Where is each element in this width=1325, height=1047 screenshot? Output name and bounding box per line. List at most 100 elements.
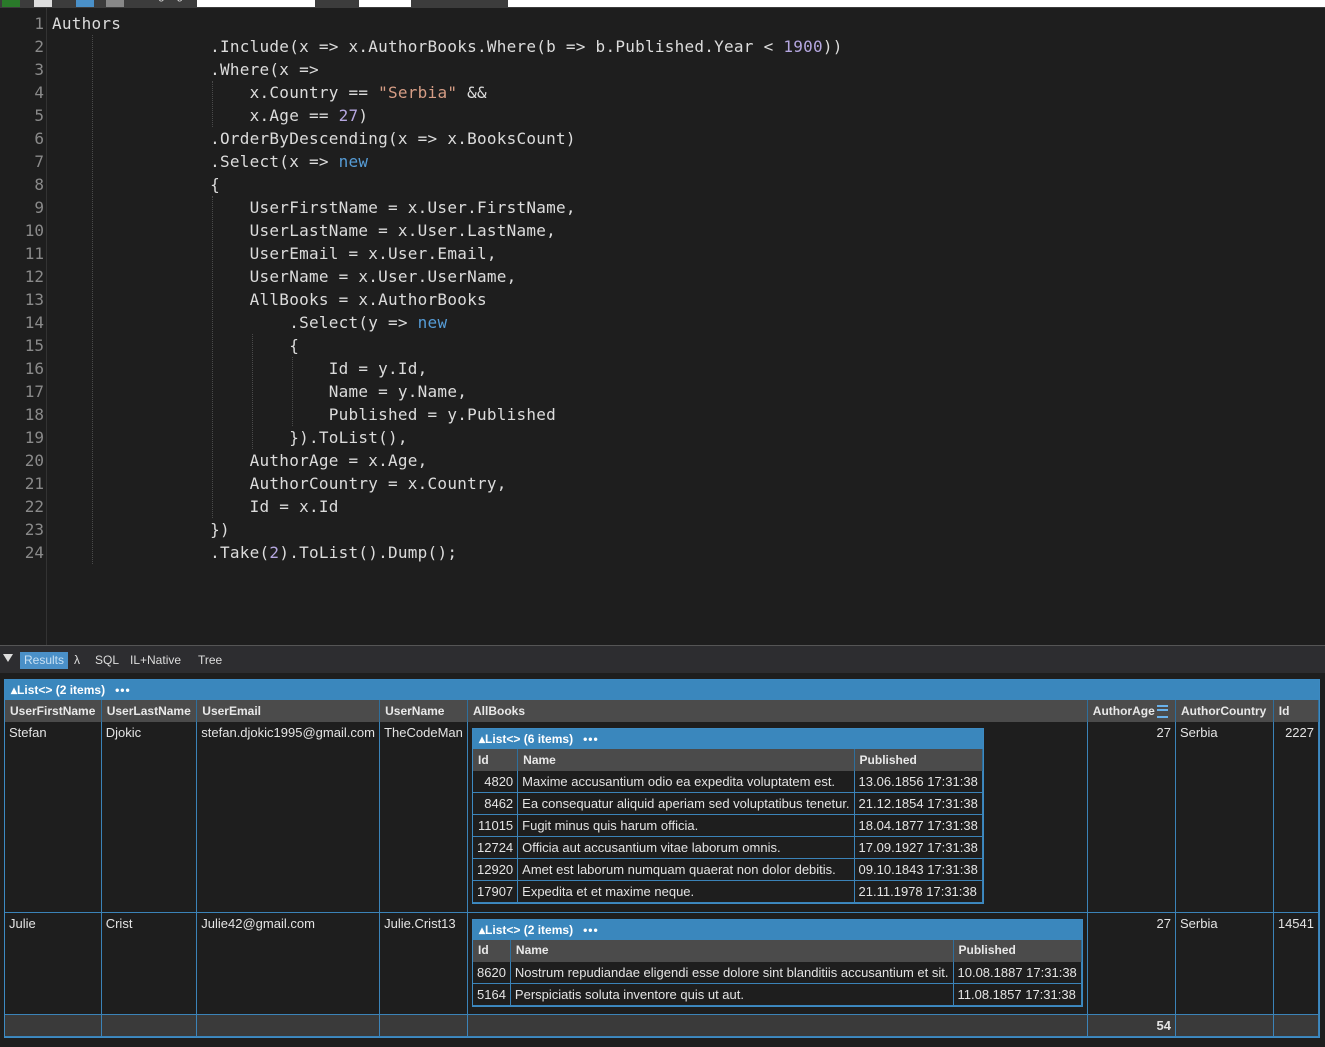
- code-line[interactable]: Name = y.Name,: [52, 380, 467, 403]
- col-book-published[interactable]: Published: [953, 939, 1082, 962]
- col-useremail[interactable]: UserEmail: [196, 700, 381, 722]
- code-line[interactable]: AuthorAge = x.Age,: [52, 449, 428, 472]
- totals-row: 54: [5, 1014, 1320, 1037]
- code-line[interactable]: .Include(x => x.AuthorBooks.Where(b => b…: [52, 35, 843, 58]
- results-text-icon[interactable]: [106, 0, 124, 7]
- tab-il-native[interactable]: IL+Native: [126, 652, 185, 669]
- book-id: 17907: [473, 880, 519, 903]
- run-icon[interactable]: [2, 0, 20, 7]
- book-published: 13.06.1856 17:31:38: [854, 771, 983, 793]
- cell-country: Serbia: [1175, 722, 1274, 913]
- code-line[interactable]: {: [52, 173, 220, 196]
- code-line[interactable]: Authors: [52, 12, 121, 35]
- col-authorage-label: AuthorAge: [1092, 703, 1155, 718]
- col-book-name[interactable]: Name: [517, 749, 855, 771]
- code-line[interactable]: .OrderByDescending(x => x.BooksCount): [52, 127, 576, 150]
- cell-email: stefan.djokic1995@gmail.com: [196, 722, 381, 913]
- book-name: Perspiciatis soluta inventore quis ut au…: [510, 983, 954, 1006]
- code-line[interactable]: .Take(2).ToList().Dump();: [52, 541, 457, 564]
- outer-list-header[interactable]: ▴List<> (2 items) •••: [5, 680, 1319, 700]
- tab-sql[interactable]: SQL: [91, 652, 123, 669]
- col-id[interactable]: Id: [1273, 700, 1320, 722]
- books-table: Id Name Published 4820 Maxime accusantium…: [473, 749, 983, 903]
- book-id: 11015: [473, 814, 519, 837]
- connection-select[interactable]: [508, 0, 1325, 7]
- tab-results[interactable]: Results: [20, 652, 69, 669]
- code-line[interactable]: Id = y.Id,: [52, 357, 428, 380]
- code-line[interactable]: .Select(y => new: [52, 311, 447, 334]
- code-editor[interactable]: 1 2 3 4 5 6 7 8 9 10 11 12 13 14 15 16 17 18 19 20 21 22 23 24 …: [0, 8, 1325, 645]
- book-row: 5164 Perspiciatis soluta inventore quis u…: [473, 983, 1082, 1006]
- books-list-header[interactable]: ▴List<> (2 items) •••: [473, 919, 1082, 940]
- col-book-id[interactable]: Id: [473, 749, 519, 771]
- code-line[interactable]: AuthorCountry = x.Country,: [52, 472, 507, 495]
- line-number: 8: [34, 175, 44, 194]
- indent-guide: [92, 35, 93, 564]
- tab-lambda[interactable]: λ: [70, 652, 84, 669]
- cell-id: 14541: [1273, 912, 1320, 1015]
- col-userlastname[interactable]: UserLastName: [101, 700, 198, 722]
- indent-guide: [252, 334, 253, 449]
- language-label: Language: [140, 0, 189, 8]
- books-list-header[interactable]: ▴List<> (6 items) •••: [473, 729, 983, 749]
- books-table: Id Name Published 8620 Nostrum repudianda…: [473, 939, 1082, 1006]
- outer-list-title: List<> (2 items): [17, 683, 106, 697]
- more-options-icon[interactable]: •••: [115, 683, 131, 697]
- col-allbooks[interactable]: AllBooks: [467, 700, 1088, 722]
- line-number: 22: [24, 497, 44, 516]
- line-number: 6: [34, 129, 44, 148]
- code-area[interactable]: Authors .Include(x => x.AuthorBooks.Wher…: [52, 12, 1325, 645]
- stop-icon[interactable]: [34, 0, 52, 7]
- books-list-title: List<> (6 items): [485, 732, 574, 746]
- totals-icon[interactable]: [1156, 705, 1168, 719]
- code-line[interactable]: x.Country == "Serbia" &&: [52, 81, 487, 104]
- more-options-icon[interactable]: •••: [583, 923, 599, 937]
- line-number: 17: [24, 382, 44, 401]
- code-line[interactable]: AllBooks = x.AuthorBooks: [52, 288, 487, 311]
- code-line[interactable]: {: [52, 334, 299, 357]
- book-name: Maxime accusantium odio ea expedita volu…: [517, 771, 855, 793]
- book-published: 18.04.1877 17:31:38: [854, 814, 983, 837]
- collapse-panel-icon[interactable]: [3, 654, 13, 662]
- col-authorcountry[interactable]: AuthorCountry: [1175, 700, 1274, 722]
- col-authorage[interactable]: AuthorAge: [1087, 700, 1177, 722]
- code-line[interactable]: Id = x.Id: [52, 495, 339, 518]
- cell-firstname: Stefan: [5, 722, 102, 913]
- language-select[interactable]: [197, 0, 315, 7]
- col-username[interactable]: UserName: [379, 700, 468, 722]
- tab-tree[interactable]: Tree: [194, 652, 226, 669]
- cell-country: Serbia: [1175, 912, 1274, 1015]
- code-line[interactable]: UserName = x.User.UserName,: [52, 265, 517, 288]
- code-line[interactable]: UserEmail = x.User.Email,: [52, 242, 497, 265]
- more-options-icon[interactable]: •••: [583, 732, 599, 746]
- table-row: Stefan Djokic stefan.djokic1995@gmail.co…: [5, 722, 1320, 913]
- code-line[interactable]: }).ToList(),: [52, 426, 408, 449]
- line-number: 18: [24, 405, 44, 424]
- tab-label: Tab: [327, 0, 345, 8]
- book-published: 11.08.1857 17:31:38: [953, 983, 1082, 1006]
- book-published: 10.08.1887 17:31:38: [953, 961, 1082, 984]
- book-published: 21.11.1978 17:31:38: [854, 880, 983, 903]
- age-total: 54: [1087, 1014, 1177, 1037]
- tab-select[interactable]: [359, 0, 411, 7]
- code-line[interactable]: UserLastName = x.User.LastName,: [52, 219, 556, 242]
- col-book-published[interactable]: Published: [854, 749, 983, 771]
- code-line[interactable]: .Select(x => new: [52, 150, 368, 173]
- col-book-id[interactable]: Id: [473, 939, 511, 962]
- code-line[interactable]: }): [52, 518, 230, 541]
- table-row: Julie Crist Julie42@gmail.com Julie.Cris…: [5, 912, 1320, 1015]
- line-number: 19: [24, 428, 44, 447]
- col-userfirstname[interactable]: UserFirstName: [5, 700, 102, 722]
- book-row: 11015 Fugit minus quis harum officia. 18.0…: [473, 814, 983, 837]
- col-book-name[interactable]: Name: [510, 939, 954, 962]
- book-name: Nostrum repudiandae eligendi esse dolore…: [510, 961, 954, 984]
- code-line[interactable]: UserFirstName = x.User.FirstName,: [52, 196, 576, 219]
- outer-list: ▴List<> (2 items) ••• UserFirstName UserL…: [4, 679, 1320, 1038]
- book-name: Amet est laborum numquam quaerat non dol…: [517, 858, 855, 881]
- code-line[interactable]: Published = y.Published: [52, 403, 556, 426]
- code-line[interactable]: x.Age == 27): [52, 104, 368, 127]
- book-name: Officia aut accusantium vitae laborum om…: [517, 836, 855, 859]
- book-row: 12920 Amet est laborum numquam quaerat no…: [473, 858, 983, 881]
- results-grid-icon[interactable]: [76, 0, 94, 7]
- indent-guide: [292, 357, 293, 426]
